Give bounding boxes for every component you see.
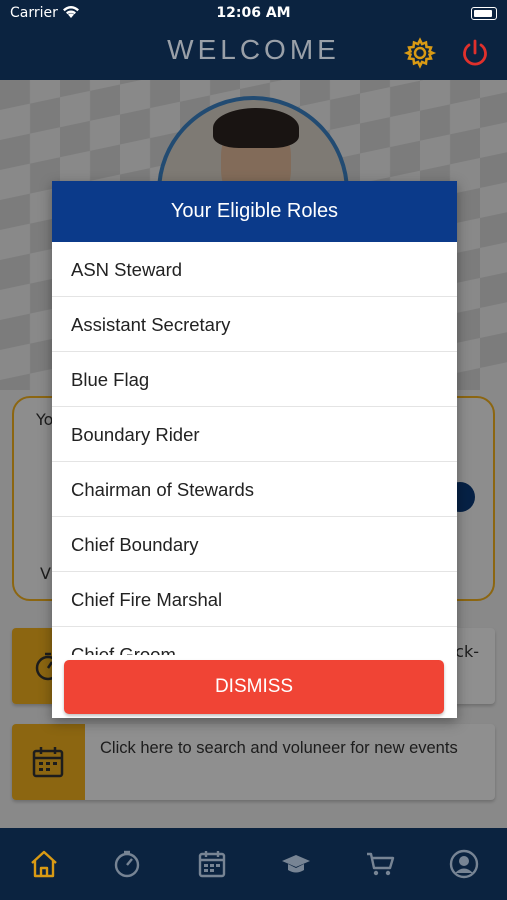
- list-item[interactable]: Chief Fire Marshal: [52, 572, 457, 627]
- gear-icon[interactable]: [403, 36, 437, 70]
- roles-list[interactable]: ASN Steward Assistant Secretary Blue Fla…: [52, 242, 457, 655]
- dialog-title: Your Eligible Roles: [52, 181, 457, 242]
- list-item[interactable]: Chairman of Stewards: [52, 462, 457, 517]
- profile-icon: [449, 849, 479, 879]
- battery-icon: [471, 7, 497, 20]
- home-icon: [31, 850, 57, 878]
- list-item[interactable]: Blue Flag: [52, 352, 457, 407]
- cart-icon: [367, 852, 395, 876]
- list-item[interactable]: Boundary Rider: [52, 407, 457, 462]
- list-item[interactable]: Chief Groom: [52, 627, 457, 655]
- nav-home[interactable]: [26, 846, 62, 882]
- nav-calendar[interactable]: [194, 846, 230, 882]
- list-item[interactable]: ASN Steward: [52, 242, 457, 297]
- dismiss-button[interactable]: DISMISS: [64, 660, 444, 714]
- nav-training[interactable]: [278, 846, 314, 882]
- nav-cart[interactable]: [362, 846, 398, 882]
- bottom-nav: [0, 828, 507, 900]
- app-header: WELCOME: [0, 28, 507, 80]
- clock: 12:06 AM: [216, 5, 291, 21]
- history-icon: [114, 850, 140, 878]
- nav-history[interactable]: [109, 846, 145, 882]
- eligible-roles-dialog: Your Eligible Roles ASN Steward Assistan…: [52, 181, 457, 718]
- graduation-cap-icon: [282, 855, 310, 873]
- calendar-icon: [198, 851, 226, 878]
- power-icon[interactable]: [458, 36, 492, 70]
- nav-profile[interactable]: [446, 846, 482, 882]
- list-item[interactable]: Assistant Secretary: [52, 297, 457, 352]
- status-bar: Carrier 12:06 AM: [0, 0, 507, 28]
- list-item[interactable]: Chief Boundary: [52, 517, 457, 572]
